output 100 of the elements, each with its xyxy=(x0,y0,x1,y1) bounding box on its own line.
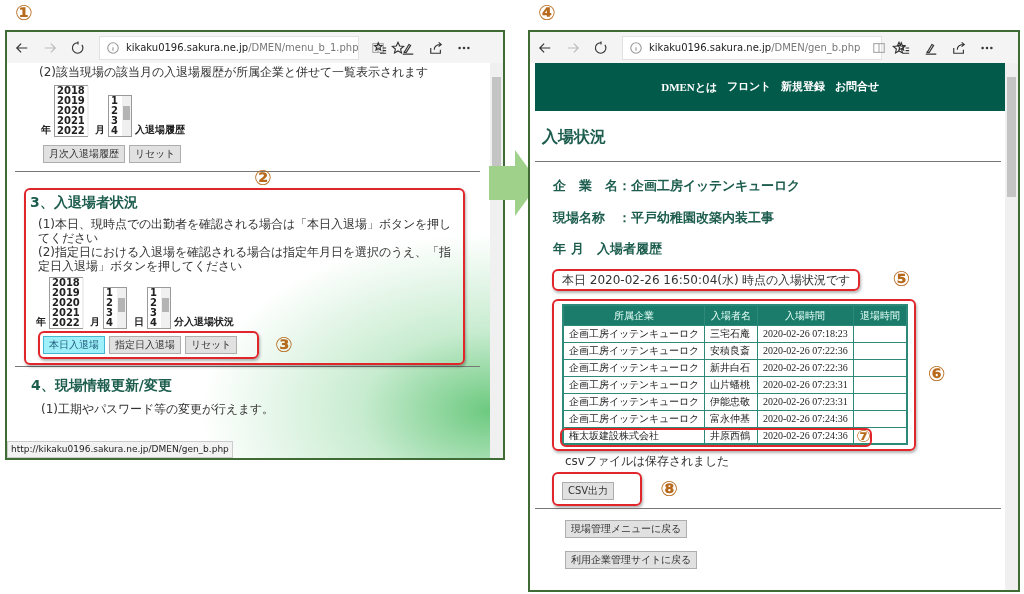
back-icon[interactable] xyxy=(538,40,552,55)
form-button[interactable]: 指定日入退場 xyxy=(109,336,181,354)
scrollbar[interactable] xyxy=(122,96,131,136)
list-option[interactable]: 2021 xyxy=(52,308,80,318)
nav-link[interactable]: DMENとは xyxy=(661,78,717,96)
list-option[interactable]: 2 xyxy=(111,106,120,116)
table-cell: 伊能忠敬 xyxy=(704,393,758,410)
scrollbar[interactable] xyxy=(1005,63,1018,590)
url-text: kikaku0196.sakura.ne.jp/DMEN/gen_b.php xyxy=(649,41,861,55)
column-header: 所属企業 xyxy=(563,304,705,325)
callout-number: ④ xyxy=(538,3,556,24)
table-cell: 企画工房イッテンキューロク xyxy=(563,393,705,410)
list-option[interactable]: 2021 xyxy=(57,116,85,126)
info-heading: 年 月 入場者履歴 xyxy=(553,240,663,258)
form-button[interactable]: 利用企業管理サイトに戻る xyxy=(565,551,697,569)
scrollbar[interactable] xyxy=(117,288,126,328)
list-option[interactable]: 1 xyxy=(106,288,115,298)
star-icon[interactable] xyxy=(892,40,907,55)
table-cell: 新井白石 xyxy=(704,359,758,376)
callout-number: ③ xyxy=(275,334,293,356)
list-option[interactable]: 4 xyxy=(106,318,115,328)
url-text: kikaku0196.sakura.ne.jp/DMEN/menu_b_1.php xyxy=(126,41,359,55)
table-cell: 企画工房イッテンキューロク xyxy=(563,359,705,376)
form-button[interactable]: 現場管理メニューに戻る xyxy=(565,520,687,538)
field-label: 入退場履歴 xyxy=(135,123,185,137)
form-button[interactable]: リセット xyxy=(129,145,181,163)
field-label: 年 xyxy=(41,123,51,137)
callout-number: ② xyxy=(254,168,272,189)
nav-link[interactable]: フロント xyxy=(726,78,771,96)
column-header: 入場者名 xyxy=(704,304,758,325)
nav-link[interactable]: お問合せ xyxy=(834,78,879,96)
table-cell: 企画工房イッテンキューロク xyxy=(563,325,705,342)
info-icon xyxy=(629,40,643,55)
table-cell: 安積良斎 xyxy=(704,342,758,359)
table-cell: 2020-02-26 07:23:31 xyxy=(757,393,854,410)
page-title: 入場状況 xyxy=(542,126,607,148)
day-listbox[interactable]: 1 2 3 4 xyxy=(147,287,171,329)
back-icon[interactable] xyxy=(15,40,29,55)
field-label: 年 xyxy=(36,315,46,329)
list-option[interactable]: 1 xyxy=(150,288,159,298)
form-button[interactable]: リセット xyxy=(185,336,237,354)
year-listbox[interactable]: 2018 2019 2020 2021 2022 xyxy=(54,85,88,137)
list-option[interactable]: 2019 xyxy=(52,288,80,298)
nav-link[interactable]: 新規登録 xyxy=(780,78,825,96)
table-cell: 2020-02-26 07:18:23 xyxy=(757,325,854,342)
list-option[interactable]: 2020 xyxy=(57,106,85,116)
star-icon[interactable] xyxy=(390,40,405,55)
month-listbox[interactable]: 1 2 3 4 xyxy=(108,95,132,137)
info-heading: 現場名称 ：平戸幼稚園改築内装工事 xyxy=(553,208,775,227)
table-cell: 2020-02-26 07:22:36 xyxy=(757,342,854,359)
list-option[interactable]: 3 xyxy=(106,308,115,318)
share-icon[interactable] xyxy=(952,40,966,55)
field-label: 月 xyxy=(90,315,100,329)
field-label: 日 xyxy=(134,315,144,329)
list-option[interactable]: 3 xyxy=(150,308,159,318)
month-listbox[interactable]: 1 2 3 4 xyxy=(103,287,127,329)
column-header: 退場時間 xyxy=(853,304,907,325)
list-option[interactable]: 2020 xyxy=(52,298,80,308)
table-cell: 三宅石庵 xyxy=(704,325,758,342)
list-option[interactable]: 2018 xyxy=(52,278,80,288)
scrollbar[interactable] xyxy=(161,288,170,328)
list-option[interactable]: 2 xyxy=(106,298,115,308)
table-cell: 山片蟠桃 xyxy=(704,376,758,393)
column-header: 入場時間 xyxy=(757,304,854,325)
form-button[interactable]: 本日入退場 xyxy=(43,336,105,354)
year-listbox[interactable]: 2018 2019 2020 2021 2022 xyxy=(49,277,83,329)
refresh-icon[interactable] xyxy=(71,40,85,55)
callout-number: ⑤ xyxy=(892,269,911,290)
table-cell: 2020-02-26 07:23:31 xyxy=(757,376,854,393)
status-message: 本日 2020-02-26 16:50:04(水) 時点の入場状況です xyxy=(552,268,861,291)
form-button[interactable]: CSV出力 xyxy=(562,482,615,500)
form-button[interactable]: 月次入退場履歴 xyxy=(43,145,125,163)
save-message: csvファイルは保存されました xyxy=(565,454,730,468)
callout-number: ⑦ xyxy=(856,428,871,445)
table-cell: 企画工房イッテンキューロク xyxy=(563,342,705,359)
section-heading: 3、入退場者状況 xyxy=(30,193,139,212)
share-icon[interactable] xyxy=(429,40,443,55)
table-cell: 2020-02-26 07:22:36 xyxy=(757,359,854,376)
list-option[interactable]: 2018 xyxy=(57,86,85,96)
callout-number: ⑧ xyxy=(660,478,678,500)
list-option[interactable]: 1 xyxy=(111,96,120,106)
star-list-icon[interactable] xyxy=(896,40,910,55)
info-heading: 企 業 名：企画工房イッテンキューロク xyxy=(553,177,801,195)
instruction-text: (1)工期やパスワード等の変更が行えます。 xyxy=(41,402,275,416)
list-option[interactable]: 2022 xyxy=(57,126,85,136)
table-cell: 企画工房イッテンキューロク xyxy=(563,376,705,393)
callout-number: ⑥ xyxy=(927,364,946,386)
list-option[interactable]: 2022 xyxy=(52,318,80,328)
refresh-icon[interactable] xyxy=(594,40,608,55)
info-icon xyxy=(106,40,120,55)
table-cell: 企画工房イッテンキューロク xyxy=(563,410,705,427)
list-option[interactable]: 3 xyxy=(111,116,120,126)
callout-number: ① xyxy=(15,3,33,24)
table-cell: 2020-02-26 07:24:36 xyxy=(757,410,854,427)
list-option[interactable]: 2 xyxy=(150,298,159,308)
list-option[interactable]: 2019 xyxy=(57,96,85,106)
list-option[interactable]: 4 xyxy=(150,318,159,328)
instruction-text: (2)該当現場の該当月の入退場履歴が所属企業と併せて一覧表示されます xyxy=(39,65,429,79)
list-option[interactable]: 4 xyxy=(111,126,120,136)
scrollbar[interactable] xyxy=(490,63,503,458)
